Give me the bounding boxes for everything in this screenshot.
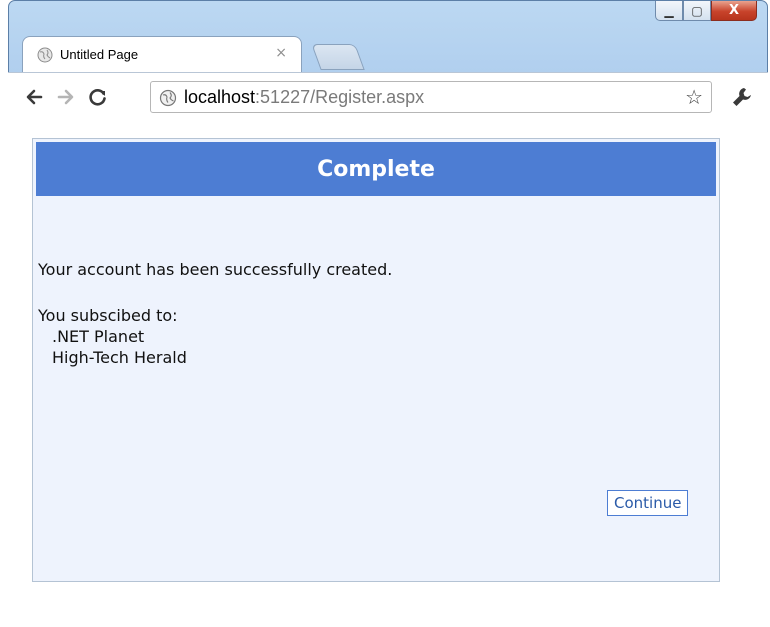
minimize-icon: ▁	[664, 3, 674, 18]
minimize-button[interactable]: ▁	[655, 1, 683, 21]
address-bar[interactable]: localhost:51227/Register.aspx ☆	[150, 81, 712, 113]
page-globe-icon	[159, 89, 177, 107]
tab-close-icon[interactable]: ×	[275, 45, 287, 61]
reload-icon	[89, 89, 106, 106]
forward-arrow-icon	[57, 89, 74, 105]
tab-untitled-page[interactable]: Untitled Page ×	[22, 36, 302, 72]
back-button[interactable]	[22, 85, 46, 109]
subscriptions-label: You subscibed to:	[38, 306, 178, 325]
url-text: localhost:51227/Register.aspx	[184, 86, 424, 108]
close-window-button[interactable]: X	[711, 1, 757, 21]
tab-title: Untitled Page	[60, 47, 139, 62]
continue-button[interactable]: Continue	[607, 490, 689, 516]
browser-toolbar: localhost:51227/Register.aspx ☆	[8, 72, 768, 122]
panel-header: Complete	[36, 142, 716, 196]
wrench-icon[interactable]	[730, 85, 754, 109]
success-message: Your account has been successfully creat…	[38, 260, 393, 279]
wizard-panel: Complete Your account has been successfu…	[32, 138, 720, 582]
list-item: .NET Planet	[52, 327, 145, 346]
url-host: localhost	[184, 87, 256, 107]
maximize-button[interactable]: ▢	[683, 1, 711, 21]
url-path: :51227/Register.aspx	[255, 87, 425, 107]
caption-buttons: ▁ ▢ X	[655, 1, 757, 23]
list-item: High-Tech Herald	[52, 348, 187, 367]
reload-button[interactable]	[86, 85, 110, 109]
close-icon: X	[728, 3, 740, 18]
back-arrow-icon	[26, 89, 43, 105]
forward-button[interactable]	[54, 85, 78, 109]
bookmark-star-icon[interactable]: ☆	[685, 86, 703, 108]
globe-icon	[37, 47, 53, 63]
subscriptions-list: .NET Planet High-Tech Herald	[52, 326, 187, 368]
page-content: Complete Your account has been successfu…	[8, 122, 768, 625]
new-tab-button[interactable]	[311, 44, 365, 70]
maximize-icon: ▢	[691, 3, 703, 18]
page-title: Complete	[317, 156, 435, 182]
tab-strip: Untitled Page ×	[14, 36, 414, 72]
